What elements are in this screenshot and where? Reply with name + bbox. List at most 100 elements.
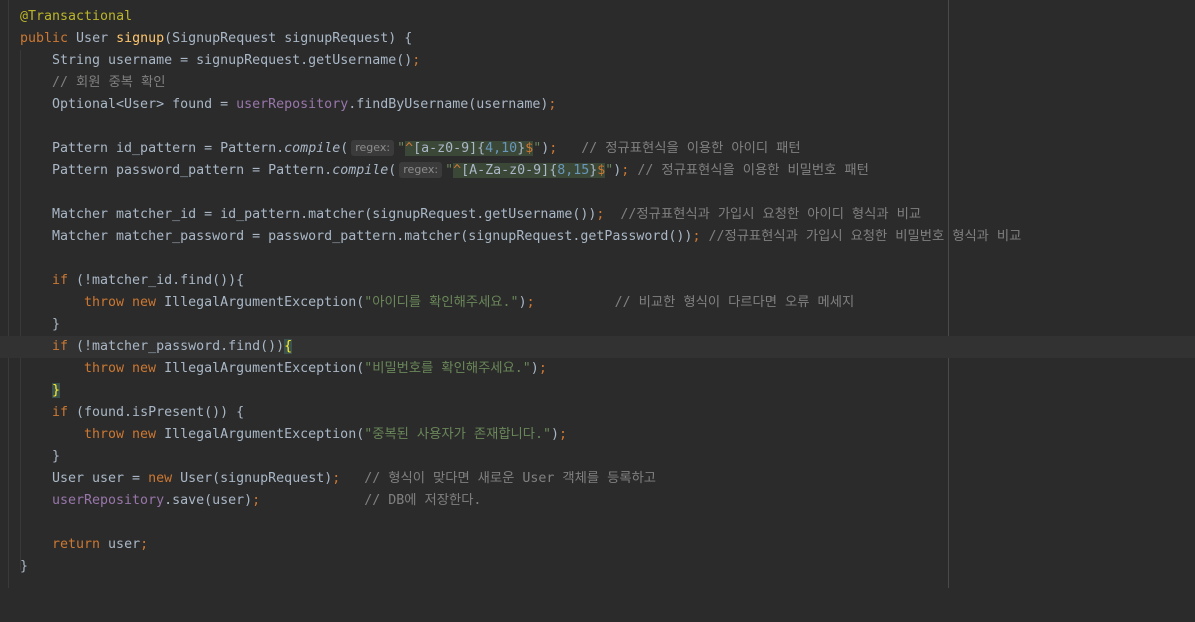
comment: //정규표현식과 가입시 요청한 비밀번호 형식과 비교	[700, 229, 1022, 244]
semicolon: ;	[140, 537, 149, 552]
code-text: String username = signupRequest.getUsern…	[52, 53, 413, 68]
semicolon: ;	[538, 361, 547, 376]
regex-anchor: ^	[453, 163, 462, 178]
code-text: User(signupRequest)	[172, 471, 333, 486]
code-text: .save(user)	[164, 493, 253, 508]
code-line-16-current[interactable]: if (!matcher_password.find()){	[0, 336, 1195, 358]
code-text: IllegalArgumentException(	[156, 295, 365, 310]
regex-anchor: ^	[405, 141, 414, 156]
code-line-17[interactable]: throw new IllegalArgumentException("비밀번호…	[0, 358, 1195, 380]
code-text: (!matcher_password.find())	[68, 339, 285, 354]
regex-quant: 4,10	[485, 141, 518, 156]
string-literal: "비밀번호를 확인해주세요."	[364, 361, 531, 376]
keyword: if	[52, 273, 69, 288]
keyword: throw	[84, 295, 125, 310]
regex-brace: {	[477, 141, 486, 156]
code-line-1[interactable]: @Transactional	[0, 6, 1195, 28]
code-line-4[interactable]: // 회원 중복 확인	[0, 72, 1195, 94]
matched-brace: {	[284, 339, 293, 354]
regex-class: [A-Za-z0-9]	[461, 163, 550, 178]
code-line-22[interactable]: User user = new User(signupRequest); // …	[0, 468, 1195, 490]
semicolon: ;	[559, 427, 568, 442]
comment: //정규표현식과 가입시 요청한 아이디 형식과 비교	[604, 207, 922, 222]
string-literal: "아이디를 확인해주세요."	[364, 295, 519, 310]
code-text: user	[100, 537, 141, 552]
code-line-11[interactable]: Matcher matcher_password = password_patt…	[0, 226, 1195, 248]
code-text: Optional<User> found =	[52, 97, 237, 112]
regex-class: [a-z0-9]	[413, 141, 478, 156]
param-hint: regex:	[399, 162, 443, 178]
code-text: Pattern id_pattern = Pattern.	[52, 141, 285, 156]
code-line-7[interactable]: Pattern id_pattern = Pattern.compile(reg…	[0, 138, 1195, 160]
code-line-15[interactable]: }	[0, 314, 1195, 336]
code-text: (found.isPresent()) {	[68, 405, 245, 420]
semicolon: ;	[548, 97, 557, 112]
quote: "	[445, 163, 454, 178]
code-text: (!matcher_id.find()){	[68, 273, 245, 288]
regex-quant: 8,15	[557, 163, 590, 178]
paren: (	[340, 141, 349, 156]
regex-brace: {	[549, 163, 558, 178]
code-line-26[interactable]: }	[0, 556, 1195, 578]
keyword: if	[52, 339, 69, 354]
comment: // 정규표현식을 이용한 아이디 패턴	[557, 141, 801, 156]
field-ref: userRepository	[52, 493, 165, 508]
keyword: return	[52, 537, 101, 552]
semicolon: ;	[412, 53, 421, 68]
code-line-13[interactable]: if (!matcher_id.find()){	[0, 270, 1195, 292]
semicolon: ;	[526, 295, 535, 310]
code-text: User user =	[52, 471, 149, 486]
return-type: User	[68, 31, 117, 46]
code-text: IllegalArgumentException(	[156, 427, 365, 442]
code-line-10[interactable]: Matcher matcher_id = id_pattern.matcher(…	[0, 204, 1195, 226]
code-line-5[interactable]: Optional<User> found = userRepository.fi…	[0, 94, 1195, 116]
keyword: throw	[84, 427, 125, 442]
code-text: }	[20, 559, 29, 574]
method-call: compile	[284, 141, 341, 156]
code-line-8[interactable]: Pattern password_pattern = Pattern.compi…	[0, 160, 1195, 182]
semicolon: ;	[252, 493, 261, 508]
code-text: Matcher matcher_password = password_patt…	[52, 229, 693, 244]
code-text: .findByUsername(username)	[348, 97, 549, 112]
code-line-14[interactable]: throw new IllegalArgumentException("아이디를…	[0, 292, 1195, 314]
param-hint: regex:	[351, 140, 395, 156]
code-text: Pattern password_pattern = Pattern.	[52, 163, 333, 178]
paren: (	[388, 163, 397, 178]
comment: // 비교한 형식이 다르다면 오류 메세지	[534, 295, 855, 310]
paren: )	[518, 295, 527, 310]
field-ref: userRepository	[236, 97, 349, 112]
method-params: (SignupRequest signupRequest) {	[164, 31, 413, 46]
keyword: new	[124, 361, 157, 376]
code-text: IllegalArgumentException(	[156, 361, 365, 376]
code-line-3[interactable]: String username = signupRequest.getUsern…	[0, 50, 1195, 72]
code-text: }	[52, 317, 61, 332]
code-line-21[interactable]: }	[0, 446, 1195, 468]
code-text: Matcher matcher_id = id_pattern.matcher(…	[52, 207, 597, 222]
paren: )	[530, 361, 539, 376]
code-text: }	[52, 449, 61, 464]
code-editor[interactable]: @Transactional public User signup(Signup…	[0, 0, 1195, 588]
code-line-19[interactable]: if (found.isPresent()) {	[0, 402, 1195, 424]
comment: // 정규표현식을 이용한 비밀번호 패턴	[629, 163, 869, 178]
comment: // 형식이 맞다면 새로운 User 객체를 등록하고	[340, 471, 657, 486]
code-line-20[interactable]: throw new IllegalArgumentException("중복된 …	[0, 424, 1195, 446]
code-line-2[interactable]: public User signup(SignupRequest signupR…	[0, 28, 1195, 50]
keyword: new	[124, 427, 157, 442]
keyword: throw	[84, 361, 125, 376]
keyword: new	[148, 471, 173, 486]
code-line-25[interactable]: return user;	[0, 534, 1195, 556]
code-line-18[interactable]: }	[0, 380, 1195, 402]
comment: // DB에 저장한다.	[260, 493, 482, 508]
regex-brace: }	[517, 141, 526, 156]
paren: )	[551, 427, 560, 442]
quote: "	[397, 141, 406, 156]
keyword: public	[20, 31, 69, 46]
code-line-23[interactable]: userRepository.save(user); // DB에 저장한다.	[0, 490, 1195, 512]
keyword: new	[124, 295, 157, 310]
keyword: if	[52, 405, 69, 420]
matched-brace: }	[52, 383, 61, 398]
annotation: @Transactional	[20, 9, 133, 24]
string-literal: "중복된 사용자가 존재합니다."	[364, 427, 552, 442]
comment: // 회원 중복 확인	[52, 75, 166, 90]
method-call: compile	[332, 163, 389, 178]
